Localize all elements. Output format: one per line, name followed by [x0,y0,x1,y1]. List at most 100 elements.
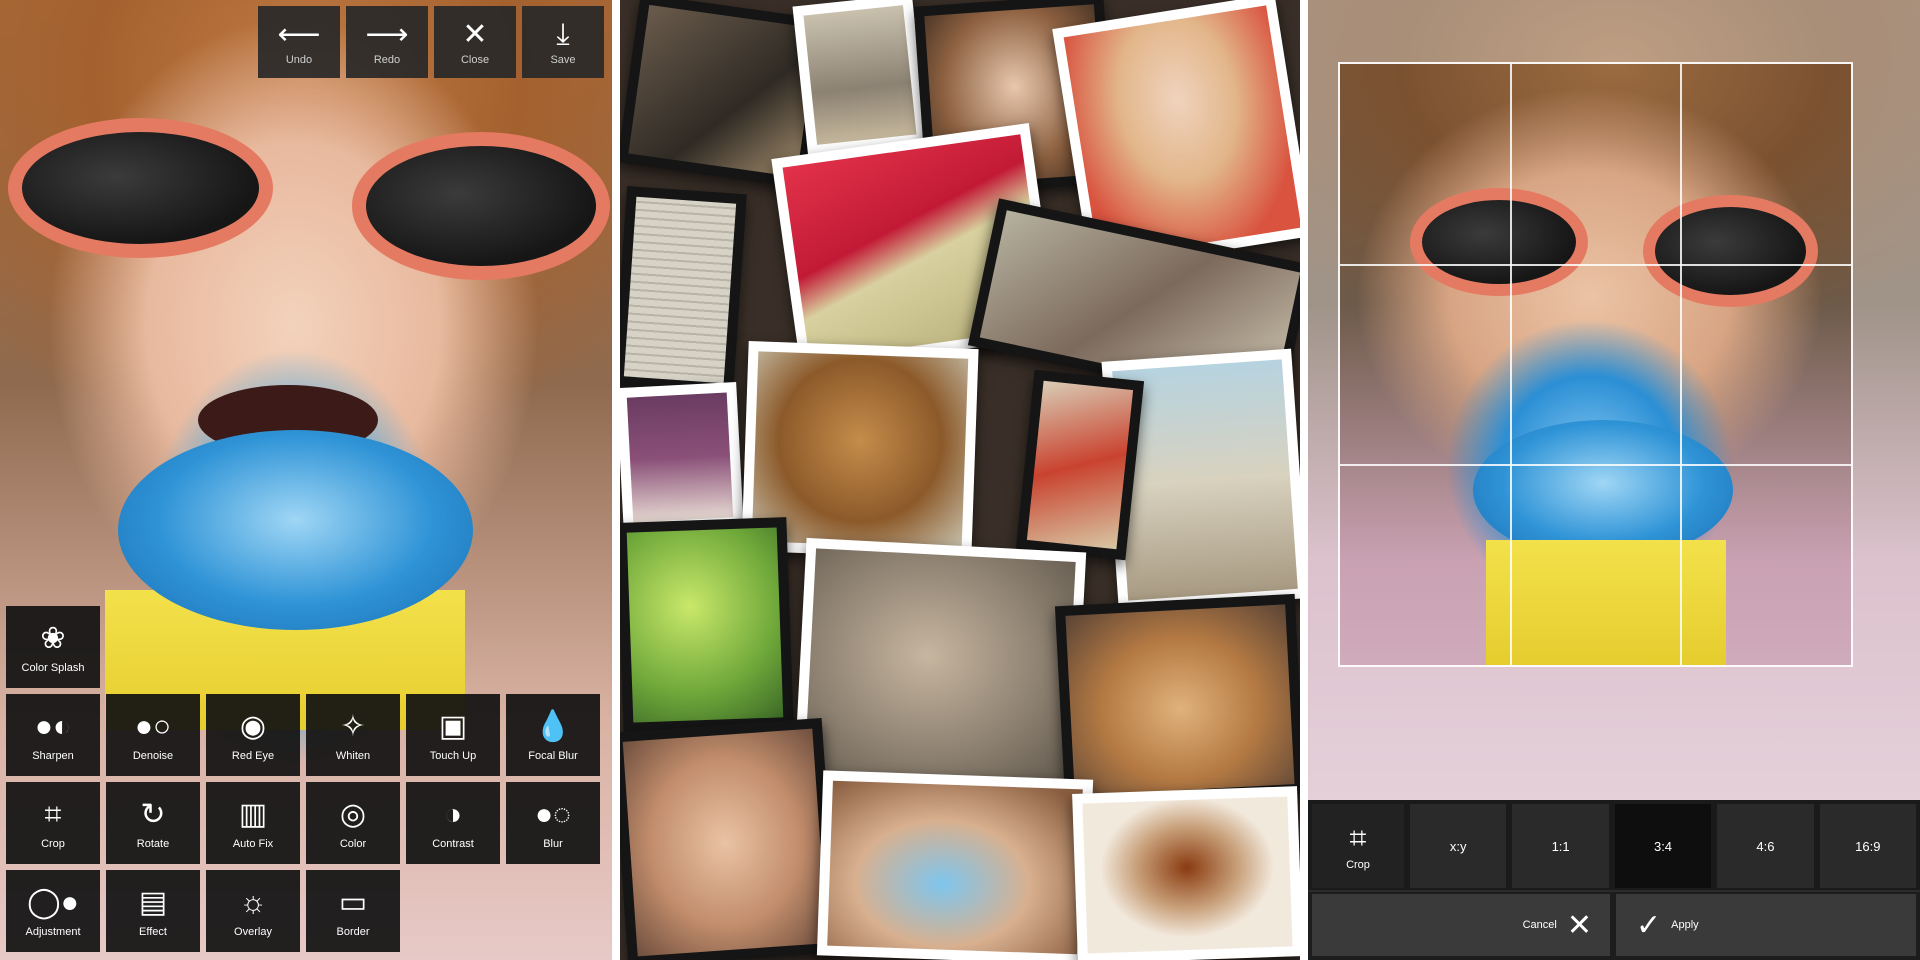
ratio-16-9-button[interactable]: 16:9 [1819,804,1917,888]
tool-rotate[interactable]: ↻ Rotate [106,782,200,864]
tool-focal-blur[interactable]: 💧 Focal Blur [506,694,600,776]
tool-auto-fix[interactable]: ▥ Auto Fix [206,782,300,864]
collage-photo-red-sculpture [1015,369,1145,561]
color-icon: ◎ [339,798,367,831]
tool-border[interactable]: ▭ Border [306,870,400,952]
tool-label: Effect [139,926,167,938]
tools-grid-row0: ❀ Color Splash [6,606,600,688]
tool-blur[interactable]: ●◌ Blur [506,782,600,864]
collage-photo-cake [620,381,744,534]
arrow-right-icon: ⟶ [365,18,409,51]
crop-frame[interactable] [1338,62,1853,667]
sparkle-icon: ✧ [340,710,366,743]
arrow-left-icon: ⟵ [277,18,321,51]
crop-icon: ⌗ [44,798,62,831]
tool-contrast[interactable]: ◑ Contrast [406,782,500,864]
collage-photo-newspaper [620,186,747,394]
apply-label: Apply [1671,919,1699,931]
crop-icon: ⌗ [1349,822,1367,855]
tool-label: Color Splash [21,662,85,674]
tool-touch-up[interactable]: ▣ Touch Up [406,694,500,776]
tool-label: Overlay [234,926,272,938]
crop-panel: ⌗ Crop x:y 1:1 3:4 4:6 16:9 Cancel ✕ ✓ A… [1308,0,1920,960]
tool-denoise[interactable]: ●○ Denoise [106,694,200,776]
touch-up-icon: ▣ [438,710,468,743]
crop-gridline [1340,464,1851,467]
tool-red-eye[interactable]: ◉ Red Eye [206,694,300,776]
collage-photo-limes [620,517,794,733]
collage-photo-man-standing [792,0,928,156]
rotate-icon: ↻ [140,798,166,831]
tool-overlay[interactable]: ☼ Overlay [206,870,300,952]
undo-label: Undo [285,54,313,66]
collage-photo-coffee [1072,786,1300,960]
sharpen-icon: ●◐ [34,710,72,743]
download-icon: ⤓ [556,18,570,51]
aspect-ratio-bar: ⌗ Crop x:y 1:1 3:4 4:6 16:9 [1308,800,1920,890]
undo-button[interactable]: ⟵ Undo [258,6,340,78]
tool-label: Whiten [335,750,371,762]
save-label: Save [550,54,576,66]
tool-label: Denoise [132,750,174,762]
close-label: Close [460,54,490,66]
apply-button[interactable]: ✓ Apply [1616,894,1916,956]
tool-whiten[interactable]: ✧ Whiten [306,694,400,776]
blur-icon: ●◌ [535,798,571,831]
contrast-icon: ◑ [443,798,463,831]
save-button[interactable]: ⤓ Save [522,6,604,78]
ratio-3-4-button[interactable]: 3:4 [1614,804,1712,888]
tool-effect[interactable]: ▤ Effect [106,870,200,952]
close-button[interactable]: ✕ Close [434,6,516,78]
crop-dim-bottom [1308,667,1920,800]
film-icon: ▤ [138,886,168,919]
border-icon: ▭ [338,886,368,919]
top-toolbar: ⟵ Undo ⟶ Redo ✕ Close ⤓ Save [258,6,604,78]
crop-tool-label: Crop [1346,859,1370,871]
tool-label: Red Eye [231,750,275,762]
tool-crop[interactable]: ⌗ Crop [6,782,100,864]
crop-gridline [1340,264,1851,267]
ratio-4-6-button[interactable]: 4:6 [1717,804,1814,888]
tool-adjustment[interactable]: ◯● Adjustment [6,870,100,952]
cancel-button[interactable]: Cancel ✕ [1312,894,1610,956]
editor-panel: ⟵ Undo ⟶ Redo ✕ Close ⤓ Save ❀ Color Spl… [0,0,612,960]
tool-label: Touch Up [429,750,477,762]
tool-sharpen[interactable]: ●◐ Sharpen [6,694,100,776]
tool-label: Border [336,926,370,938]
collage-panel [620,0,1300,960]
crop-gridline [1680,64,1683,665]
close-icon: ✕ [1566,908,1592,942]
sunglasses-left-lens [8,118,273,258]
collage-photo-kid-snowcone [816,770,1094,960]
snow-cone-ice [118,430,473,630]
tool-label: Contrast [432,838,474,850]
tool-label: Color [339,838,367,850]
tool-label: Adjustment [25,926,81,938]
tool-label: Rotate [136,838,170,850]
ratio-xy-button[interactable]: x:y [1410,804,1507,888]
histogram-icon: ▥ [238,798,268,831]
tool-label: Focal Blur [528,750,578,762]
ratio-1-1-button[interactable]: 1:1 [1512,804,1609,888]
drops-icon: 💧 [534,710,572,743]
bulb-icon: ☼ [239,886,267,919]
tools-grid: ●◐ Sharpen ●○ Denoise ◉ Red Eye ✧ Whiten ▣ To… [6,694,600,952]
crop-dim-right [1853,62,1920,667]
crop-dim-left [1308,62,1338,667]
sunglasses-right-lens [352,132,610,280]
flower-icon: ❀ [40,622,66,655]
crop-gridline [1510,64,1513,665]
eye-icon: ◉ [239,710,267,743]
crop-tool-button[interactable]: ⌗ Crop [1312,804,1404,888]
collage-photo-man-face [620,717,838,960]
crop-dim-top [1308,0,1920,62]
crop-action-bar: Cancel ✕ ✓ Apply [1308,892,1920,960]
redo-button[interactable]: ⟶ Redo [346,6,428,78]
tool-label: Auto Fix [232,838,274,850]
tool-color[interactable]: ◎ Color [306,782,400,864]
adjustment-icon: ◯● [27,886,79,919]
collage-photo-dog [1054,593,1300,807]
tool-color-splash[interactable]: ❀ Color Splash [6,606,100,688]
tool-label: Crop [41,838,65,850]
check-icon: ✓ [1636,908,1662,942]
